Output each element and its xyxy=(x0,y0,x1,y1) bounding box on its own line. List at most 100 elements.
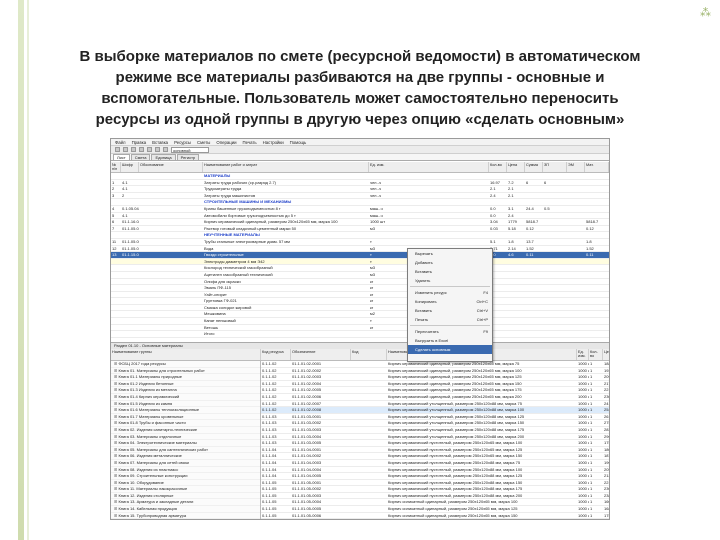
table-row[interactable]: 0.1.1.02 01.1.01.02-0008 Кирпич керамическ… xyxy=(261,407,609,414)
table-row[interactable]: 2 4.1 Трудозатраты труда чел.-ч 2.1 2.1 xyxy=(111,186,609,193)
column-header[interactable]: Кол-во xyxy=(589,349,603,360)
tree-item[interactable]: ⊞ Книга 09. Строительные конструкции xyxy=(111,473,260,480)
tree-item[interactable]: ⊞ Книга 08. Изделия из пластмасс xyxy=(111,467,260,474)
table-row[interactable]: 0.1.1.05 01.1.01.05-0006 Кирпич силикатный… xyxy=(261,513,609,519)
table-row[interactable]: 4 0.1.05.04-01 Краны башенные грузоподъемн… xyxy=(111,206,609,213)
tab-1[interactable]: Смета xyxy=(130,154,151,160)
menu-item-5[interactable]: Операции xyxy=(216,140,236,145)
tree-item[interactable]: ⊞ Книга 01.5 Изделия из камня xyxy=(111,401,260,408)
table-row[interactable]: Ацетилен газообразный техническийм31 xyxy=(111,272,609,279)
table-row[interactable]: 0.1.1.04 01.1.01.04-0005 Кирпич керамическ… xyxy=(261,473,609,480)
column-header[interactable]: № п/п xyxy=(111,162,121,172)
context-menu-item[interactable]: Добавить xyxy=(408,258,492,267)
tree-item[interactable]: ⊞ Книга 06. Изделия металлические xyxy=(111,453,260,460)
tree-item[interactable]: ⊞ Книга 15. Трубопроводная арматура xyxy=(111,513,260,519)
table-row[interactable]: 0.1.1.03 01.1.01.03-0005 Кирпич керамическ… xyxy=(261,440,609,447)
tree-item[interactable]: ⊞ Книга 01.1 Материалы природные xyxy=(111,374,260,381)
tree-item[interactable]: ⊞ Книга 12. Изделия столярные xyxy=(111,493,260,500)
table-row[interactable]: Ветошькг1 xyxy=(111,325,609,332)
column-header[interactable]: Код xyxy=(351,349,387,360)
tree-item[interactable]: ⊞ Книга 01.6 Материалы теплоизоляционные xyxy=(111,407,260,414)
table-row[interactable]: 0.1.1.03 01.1.01.03-0001 Кирпич керамическ… xyxy=(261,414,609,421)
context-menu-item[interactable]: Удалить xyxy=(408,276,492,285)
table-row[interactable]: Смазка солидол жировойкг1 xyxy=(111,305,609,312)
table-row[interactable]: 7 01.1.05.01-20 Раствор готовый кладочный … xyxy=(111,226,609,233)
table-row[interactable]: 0.1.1.03 01.1.01.03-0004 Кирпич керамическ… xyxy=(261,434,609,441)
column-header[interactable]: ЗП xyxy=(543,162,567,172)
table-row[interactable]: 11 01.1.05.05-03 Трубы стальные электросва… xyxy=(111,239,609,246)
tree-item[interactable]: ⊞ Книга 05. Материалы для сантехнических… xyxy=(111,447,260,454)
print-icon[interactable] xyxy=(139,147,144,152)
tree-item[interactable]: ⊞ Книга 03. Материалы отделочные xyxy=(111,434,260,441)
column-header[interactable]: Ед. изм. xyxy=(369,162,489,172)
context-menu-item[interactable]: Вырезать xyxy=(408,249,492,258)
table-row[interactable]: Кислород технический газообразныйм31 xyxy=(111,265,609,272)
column-header[interactable]: Шифр xyxy=(121,162,139,172)
table-row[interactable]: 0.1.1.04 01.1.01.04-0003 Кирпич керамическ… xyxy=(261,460,609,467)
table-row[interactable]: Уайт-спириткг1 xyxy=(111,292,609,299)
tree-item[interactable]: ⊞ Книга 04. Электротехнические материалы xyxy=(111,440,260,447)
menu-item-1[interactable]: Правка xyxy=(132,140,147,145)
table-row[interactable]: Олифа для окраскикг1 xyxy=(111,279,609,286)
new-icon[interactable] xyxy=(115,147,120,152)
tree-item[interactable]: ⊞ Книга 01.3 Изделия из металла xyxy=(111,387,260,394)
menu-item-6[interactable]: Печать xyxy=(243,140,257,145)
table-row[interactable]: 0.1.1.02 01.1.01.02-0007 Кирпич керамическ… xyxy=(261,401,609,408)
column-header[interactable]: Цена xyxy=(603,349,609,360)
table-row[interactable]: 6 01.1.16.04-03 Кирпич керамический одинар… xyxy=(111,219,609,226)
tree-item[interactable]: ⊞ Книга 11. Материалы лакокрасочные xyxy=(111,486,260,493)
table-row[interactable]: Итого xyxy=(111,331,609,338)
column-header[interactable]: Кол-во xyxy=(489,162,507,172)
tree-item[interactable]: ⊞ Книга 01.4 Кирпич керамический xyxy=(111,394,260,401)
table-row[interactable]: 0.1.1.04 01.1.01.04-0001 Кирпич керамическ… xyxy=(261,447,609,454)
save-icon[interactable] xyxy=(131,147,136,152)
table-row[interactable]: МАТЕРИАЛЫ xyxy=(111,173,609,180)
table-row[interactable]: 0.1.1.04 01.1.01.04-0002 Кирпич керамическ… xyxy=(261,453,609,460)
context-menu-item[interactable]: Копировать Ctrl+C xyxy=(408,297,492,306)
group-select[interactable]: основной xyxy=(171,146,209,153)
tree-item[interactable]: ⊞ ФСБЦ 2017 года ресурсы xyxy=(111,361,260,368)
context-menu-item[interactable]: Изменить ресурс F4 xyxy=(408,288,492,297)
open-icon[interactable] xyxy=(123,147,128,152)
context-menu-item[interactable]: Вставить Ctrl+V xyxy=(408,306,492,315)
table-row[interactable]: 0.1.1.02 01.1.01.02-0003 Кирпич керамическ… xyxy=(261,374,609,381)
column-header[interactable]: Мат. xyxy=(585,162,609,172)
table-row[interactable]: 5 4.1 Автомобили бортовые грузоподъемность… xyxy=(111,213,609,220)
tree-item[interactable]: ⊞ Книга 01.7 Материалы кровельные xyxy=(111,414,260,421)
tree-item[interactable]: ⊞ Книга 10. Оборудование xyxy=(111,480,260,487)
tree-item[interactable]: ⊞ Книга 01. Материалы для строительных р… xyxy=(111,368,260,375)
tree-item[interactable]: ⊞ Книга 02. Изделия санитарно-технически… xyxy=(111,427,260,434)
column-header[interactable]: Цена xyxy=(507,162,525,172)
context-menu-item[interactable]: Пересчитать F9 xyxy=(408,327,492,336)
menu-item-4[interactable]: Сметы xyxy=(197,140,210,145)
column-header[interactable]: ЭМ xyxy=(567,162,585,172)
tree-item[interactable]: ⊞ Книга 01.2 Изделия бетонные xyxy=(111,381,260,388)
table-row[interactable]: 1201.1.05.01-01Водам30.712.141.521.52 xyxy=(111,246,609,253)
table-row[interactable]: 3 2 Затраты труда машинистов чел.-ч 2.4 2.1 xyxy=(111,193,609,200)
menu-item-3[interactable]: Ресурсы xyxy=(174,140,191,145)
copy-icon[interactable] xyxy=(155,147,160,152)
table-row[interactable]: 1301.1.15.03-07Гвозди строительныет0.04.… xyxy=(111,252,609,259)
tree-item[interactable]: ⊞ Книга 01.8 Трубы и фасонные части xyxy=(111,420,260,427)
column-header[interactable]: Сумма xyxy=(525,162,543,172)
column-header[interactable]: Ед. изм. xyxy=(577,349,589,360)
table-row[interactable]: Мешковинам21 xyxy=(111,311,609,319)
tree-item[interactable]: ⊞ Книга 14. Кабельная продукция xyxy=(111,506,260,513)
column-header[interactable]: Обозначение xyxy=(291,349,351,360)
menu-item-2[interactable]: Вставка xyxy=(152,140,168,145)
column-header[interactable]: Обоснование xyxy=(139,162,203,172)
column-header[interactable]: Наименование работ и затрат xyxy=(203,162,369,172)
column-header[interactable]: Код ресурса xyxy=(261,349,291,360)
table-row[interactable]: Электроды диаметром 4 мм Э42т1 xyxy=(111,258,609,266)
table-row[interactable]: 0.1.1.02 01.1.01.02-0006 Кирпич керамическ… xyxy=(261,394,609,401)
table-row[interactable]: Эмаль ПФ-115кг1 xyxy=(111,285,609,292)
paste-icon[interactable] xyxy=(163,147,168,152)
tab-0[interactable]: Лист xyxy=(113,154,130,160)
tab-3[interactable]: Регистр xyxy=(176,154,200,160)
context-menu-item[interactable]: Вставить xyxy=(408,267,492,276)
tree-item[interactable]: ⊞ Книга 13. Арматура и закладные детали xyxy=(111,499,260,507)
table-row[interactable]: СТРОИТЕЛЬНЫЕ МАШИНЫ И МЕХАНИЗМЫ xyxy=(111,199,609,206)
table-row[interactable]: 0.1.1.05 01.1.01.05-0003 Кирпич керамическ… xyxy=(261,493,609,500)
table-row[interactable]: 0.1.1.02 01.1.01.02-0004 Кирпич керамическ… xyxy=(261,381,609,388)
table-row[interactable]: 0.1.1.05 01.1.01.05-0005 Кирпич силикатный… xyxy=(261,506,609,513)
